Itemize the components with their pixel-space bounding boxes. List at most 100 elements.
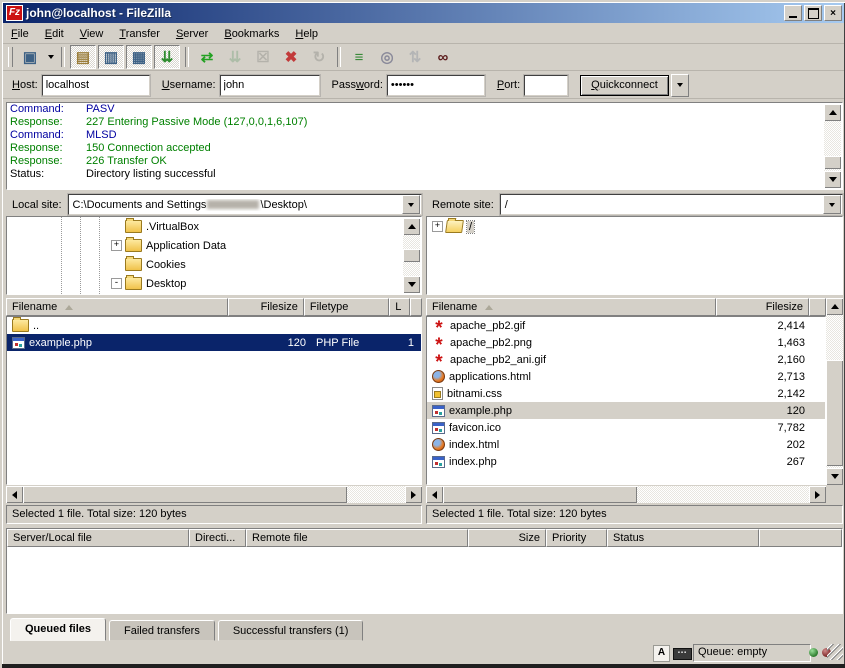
open-site-manager[interactable]: ▣ — [17, 45, 43, 69]
remote-site-dropdown[interactable] — [823, 195, 841, 214]
scroll-up-arrow[interactable] — [403, 218, 420, 235]
username-input[interactable] — [220, 75, 320, 96]
menu-item-help[interactable]: Help — [287, 26, 326, 42]
queue-column-status[interactable]: Status — [607, 529, 759, 547]
queue-column-remotefile[interactable]: Remote file — [246, 529, 468, 547]
maximize-button[interactable] — [804, 5, 822, 21]
toggle-remote-treeview[interactable]: ▦ — [126, 45, 152, 69]
file-row[interactable]: *apache_pb2.png1,463 — [427, 334, 825, 351]
scroll-down-arrow[interactable] — [824, 171, 841, 188]
titlebar[interactable]: Fz john@localhost - FileZilla × — [3, 3, 844, 23]
expand-icon[interactable]: + — [432, 221, 443, 232]
cancel-operation[interactable]: ☒ — [250, 45, 276, 69]
scroll-up-arrow[interactable] — [824, 104, 841, 121]
scroll-thumb[interactable] — [824, 156, 841, 169]
menu-item-server[interactable]: Server — [168, 26, 216, 42]
quickconnect-button[interactable]: Quickconnect — [580, 75, 669, 96]
resize-grip[interactable] — [827, 644, 843, 660]
scroll-up-arrow[interactable] — [826, 298, 843, 315]
column-header-filesize[interactable]: Filesize — [716, 298, 809, 316]
scroll-down-arrow[interactable] — [403, 276, 420, 293]
scroll-right-arrow[interactable] — [405, 486, 422, 503]
file-row[interactable]: example.php120PHP File1 — [7, 334, 421, 351]
queue-column-serverlocalfile[interactable]: Server/Local file — [7, 529, 189, 547]
local-site-dropdown[interactable] — [402, 195, 420, 214]
tree-item[interactable]: +/ — [427, 217, 842, 236]
scroll-left-arrow[interactable] — [426, 486, 443, 503]
synchronized-browsing[interactable]: ⇅ — [402, 45, 428, 69]
compare-directories[interactable]: ◎ — [374, 45, 400, 69]
toolbar-grip[interactable] — [8, 47, 13, 67]
toggle-message-log[interactable]: ▤ — [70, 45, 96, 69]
filezilla-app-icon[interactable]: Fz — [6, 5, 23, 21]
tab-failed-transfers[interactable]: Failed transfers — [109, 620, 215, 641]
file-row[interactable]: *apache_pb2.gif2,414 — [427, 317, 825, 334]
refresh[interactable]: ⇄ — [194, 45, 220, 69]
toolbar-separator — [185, 47, 189, 67]
column-header-l[interactable]: L — [389, 298, 410, 316]
disconnect[interactable]: ✖ — [278, 45, 304, 69]
menu-item-file[interactable]: File — [3, 26, 37, 42]
file-row[interactable]: bitnami.css2,142 — [427, 385, 825, 402]
file-row[interactable]: index.html202 — [427, 436, 825, 453]
reconnect[interactable]: ↻ — [306, 45, 332, 69]
remote-vscrollbar[interactable] — [826, 298, 843, 485]
file-row[interactable]: *apache_pb2_ani.gif2,160 — [427, 351, 825, 368]
scroll-left-arrow[interactable] — [6, 486, 23, 503]
scroll-thumb[interactable] — [23, 486, 347, 503]
expand-icon[interactable]: + — [111, 240, 122, 251]
queue-column-priority[interactable]: Priority — [546, 529, 607, 547]
scroll-thumb[interactable] — [826, 360, 843, 466]
file-row[interactable]: favicon.ico7,782 — [427, 419, 825, 436]
directory-listing-filters[interactable]: ≡ — [346, 45, 372, 69]
remote-hscrollbar[interactable] — [426, 486, 826, 503]
quickconnect-dropdown[interactable] — [671, 74, 689, 97]
local-site-combobox[interactable]: C:\Documents and Settings\Desktop\ — [68, 194, 422, 215]
toggle-local-treeview[interactable]: ▥ — [98, 45, 124, 69]
column-header-filename[interactable]: Filename — [6, 298, 228, 316]
collapse-icon[interactable]: - — [111, 278, 122, 289]
menu-item-transfer[interactable]: Transfer — [111, 26, 168, 42]
site-manager-dropdown[interactable] — [44, 46, 57, 68]
search-files[interactable]: ∞ — [430, 45, 456, 69]
filetype-cell — [311, 317, 398, 334]
menu-item-edit[interactable]: Edit — [37, 26, 72, 42]
port-input[interactable] — [524, 75, 568, 96]
tree-item[interactable]: Cookies — [7, 255, 421, 274]
scroll-thumb[interactable] — [403, 249, 420, 262]
process-queue[interactable]: ⇊ — [222, 45, 248, 69]
column-header-filesize[interactable]: Filesize — [228, 298, 304, 316]
tree-item[interactable]: +Application Data — [7, 236, 421, 255]
host-input[interactable] — [42, 75, 150, 96]
password-label: Password: — [332, 79, 383, 91]
column-header-filename[interactable]: Filename — [426, 298, 716, 316]
scroll-right-arrow[interactable] — [809, 486, 826, 503]
file-row[interactable]: .. — [7, 317, 421, 334]
scroll-down-arrow[interactable] — [826, 468, 843, 485]
log-vscrollbar[interactable] — [824, 104, 841, 188]
column-header-filetype[interactable]: Filetype — [304, 298, 389, 316]
queue-icon: ⇊ — [161, 48, 174, 66]
local-hscrollbar[interactable] — [6, 486, 422, 503]
tree-item[interactable]: -Desktop — [7, 274, 421, 293]
scroll-thumb[interactable] — [443, 486, 637, 503]
file-row[interactable]: applications.html2,713 — [427, 368, 825, 385]
close-button[interactable]: × — [824, 5, 842, 21]
menu-item-view[interactable]: View — [72, 26, 112, 42]
toggle-transfer-queue[interactable]: ⇊ — [154, 45, 180, 69]
tree-item[interactable]: .VirtualBox — [7, 217, 421, 236]
tab-queued-files[interactable]: Queued files — [10, 618, 106, 641]
log-line-label: Response: — [10, 155, 86, 168]
queue-column-size[interactable]: Size — [468, 529, 546, 547]
file-row[interactable]: example.php120 — [427, 402, 825, 419]
queue-column-directi[interactable]: Directi... — [189, 529, 246, 547]
remote-site-combobox[interactable]: / — [500, 194, 843, 215]
menu-item-bookmarks[interactable]: Bookmarks — [216, 26, 287, 42]
local-tree-vscrollbar[interactable] — [403, 218, 420, 293]
minimize-button[interactable] — [784, 5, 802, 21]
password-input[interactable] — [387, 75, 485, 96]
filesize-cell: 7,782 — [717, 419, 810, 436]
tab-successful-transfers-1-[interactable]: Successful transfers (1) — [218, 620, 364, 641]
file-row[interactable]: index.php267 — [427, 453, 825, 470]
host-label: Host: — [12, 79, 38, 91]
